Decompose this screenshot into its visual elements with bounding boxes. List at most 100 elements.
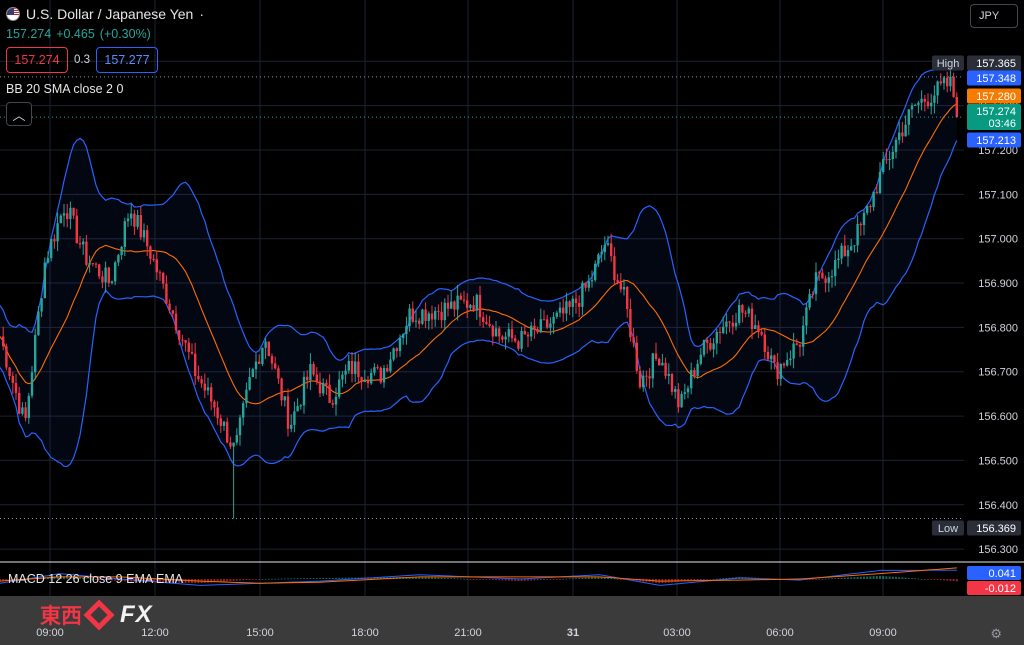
price-label-text: 156.369: [976, 523, 1016, 535]
candle-body: [696, 363, 699, 377]
candle-body: [814, 272, 818, 295]
candle-body: [104, 267, 107, 283]
candle-body: [728, 321, 731, 323]
macd-bar: [242, 579, 245, 581]
macd-bar: [546, 579, 549, 580]
macd-bar: [472, 579, 475, 580]
candle-body: [488, 323, 491, 326]
macd-bar: [853, 577, 856, 579]
candle-body: [552, 316, 555, 324]
macd-bar: [818, 579, 821, 580]
candle-body: [651, 353, 654, 379]
price-tick: 156.600: [978, 411, 1018, 423]
candle-body: [507, 329, 510, 337]
macd-bar: [949, 579, 952, 581]
candle-body: [373, 367, 376, 373]
candle-body: [203, 383, 206, 391]
candle-body: [427, 313, 430, 321]
candle-body: [811, 293, 814, 295]
macd-bar: [827, 578, 830, 580]
currency-button[interactable]: JPY: [970, 4, 1018, 28]
candle-body: [27, 395, 30, 419]
candle-body: [600, 252, 603, 255]
macd-bar: [879, 575, 881, 579]
candle-body: [309, 364, 312, 381]
time-tick: 06:00: [766, 627, 794, 639]
candle-body: [187, 342, 190, 352]
candle-body: [248, 377, 251, 390]
macd-bar: [575, 578, 577, 579]
candle-body: [469, 305, 472, 308]
price-label-text: 157.274: [976, 106, 1016, 118]
candle-body: [763, 334, 766, 352]
settings-gear-icon[interactable]: ⚙: [990, 626, 1002, 642]
candle-body: [533, 325, 536, 330]
candle-body: [674, 389, 677, 392]
candle-body: [622, 287, 626, 290]
macd-bar: [447, 578, 449, 579]
macd-bar: [936, 579, 939, 580]
macd-bar: [290, 578, 293, 580]
logo-diamond-icon: [83, 599, 115, 631]
candle-body: [789, 358, 792, 361]
candle-body: [411, 308, 414, 322]
macd-bar: [917, 578, 920, 580]
candle-body: [872, 191, 875, 208]
macd-bar: [459, 578, 462, 580]
candle-body: [654, 353, 658, 360]
candle-body: [206, 387, 210, 391]
candle-body: [680, 393, 683, 408]
candle-body: [683, 392, 686, 394]
candle-body: [542, 319, 546, 321]
candle-body: [213, 401, 216, 408]
macd-bar: [549, 579, 552, 580]
candle-body: [648, 376, 651, 379]
candle-body: [91, 263, 94, 265]
macd-bar: [882, 576, 885, 579]
bb-indicator-label[interactable]: BB 20 SMA close 2 0: [6, 82, 204, 96]
candle-body: [658, 359, 661, 366]
candle-body: [926, 101, 930, 107]
macd-bar: [891, 576, 894, 579]
candle-body: [795, 343, 798, 345]
candle-body: [466, 300, 469, 308]
candle-body: [200, 379, 203, 384]
macd-bar: [594, 577, 597, 579]
buy-button[interactable]: 157.277: [96, 47, 158, 73]
candle-body: [770, 355, 773, 360]
candle-body: [677, 389, 680, 408]
candle-body: [597, 254, 600, 264]
macd-bar: [859, 576, 862, 579]
candle-body: [664, 362, 667, 376]
macd-bar: [443, 577, 446, 579]
macd-bar: [223, 579, 225, 582]
logo-kanji: 東西: [40, 604, 82, 628]
candle-body: [670, 373, 674, 392]
candle-body: [584, 282, 587, 288]
macd-indicator-label[interactable]: MACD 12 26 close 9 EMA EMA: [8, 572, 183, 586]
macd-bar: [719, 578, 721, 580]
macd-bar: [344, 577, 347, 579]
candle-body: [891, 151, 894, 160]
macd-bar: [946, 579, 949, 581]
candle-body: [136, 215, 139, 227]
candle-body: [88, 263, 91, 265]
collapse-legend-button[interactable]: ︿: [6, 102, 32, 126]
price-label-text: 157.280: [976, 91, 1016, 103]
candle-body: [504, 336, 507, 340]
candle-body: [386, 368, 389, 372]
last-price: 157.274: [6, 27, 52, 41]
candle-body: [434, 310, 437, 320]
candle-body: [917, 102, 920, 105]
candle-body: [155, 259, 158, 273]
candle-body: [798, 344, 802, 347]
macd-bar: [251, 579, 254, 580]
candle-body: [882, 159, 885, 172]
candle-body: [152, 258, 155, 260]
sell-button[interactable]: 157.274: [6, 47, 68, 73]
macd-bar: [498, 579, 501, 581]
price-label-text: 157.348: [976, 73, 1016, 85]
symbol-row[interactable]: U.S. Dollar / Japanese Yen ·: [6, 6, 204, 22]
macd-bar: [933, 579, 936, 580]
price-tick: 156.800: [978, 322, 1018, 334]
